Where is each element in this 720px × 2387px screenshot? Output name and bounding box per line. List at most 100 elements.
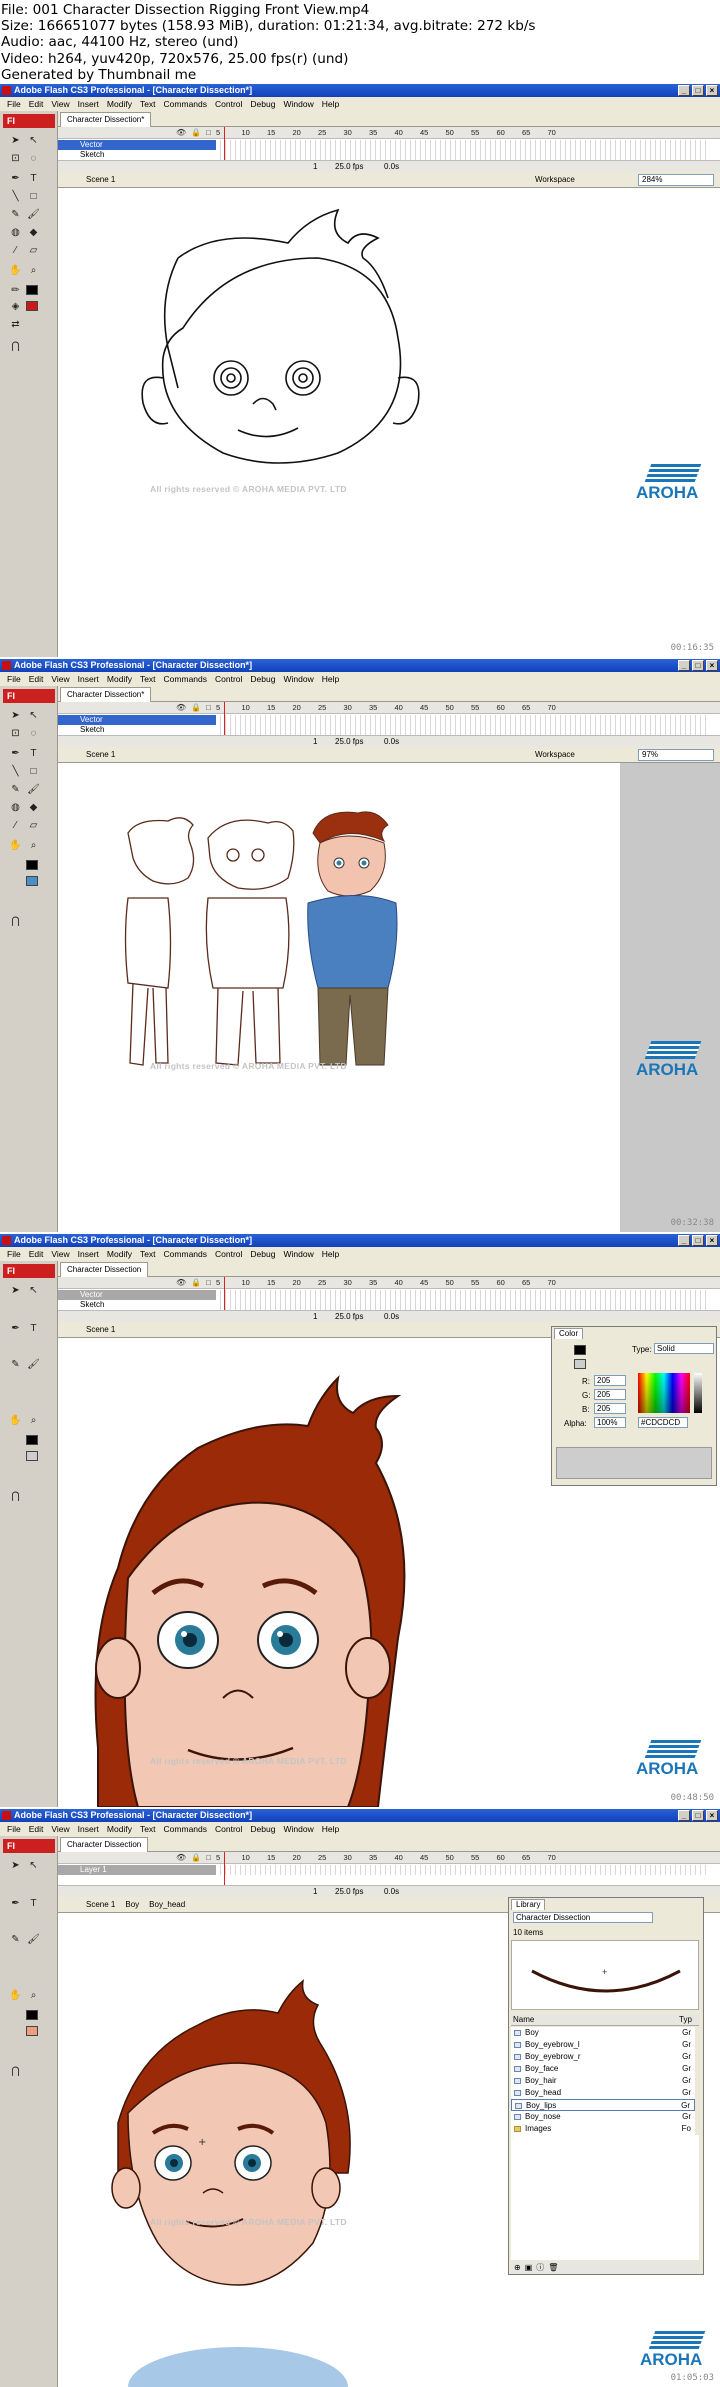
- menu-view[interactable]: View: [47, 672, 73, 686]
- list-item[interactable]: Boy_hair Gr: [511, 2075, 695, 2087]
- layer-1[interactable]: Layer 1: [58, 1865, 216, 1875]
- rectangle-tool-icon[interactable]: □: [26, 189, 41, 204]
- zoom-field[interactable]: 97%: [638, 749, 714, 761]
- ink-bottle-icon[interactable]: ◍: [8, 800, 23, 815]
- menu-insert[interactable]: Insert: [74, 672, 103, 686]
- layer-frames[interactable]: [216, 715, 706, 725]
- layer-vector[interactable]: Vector: [58, 140, 216, 150]
- fill-swatch[interactable]: [574, 1359, 586, 1369]
- menu-commands[interactable]: Commands: [160, 1247, 211, 1261]
- menu-modify[interactable]: Modify: [103, 1247, 136, 1261]
- menu-file[interactable]: File: [3, 1247, 25, 1261]
- subselection-tool-icon[interactable]: ↖: [26, 708, 41, 723]
- menu-control[interactable]: Control: [211, 1822, 246, 1836]
- swap-colors-icon[interactable]: ⇄: [8, 317, 23, 332]
- menu-debug[interactable]: Debug: [246, 1822, 279, 1836]
- selection-tool-icon[interactable]: ➤: [8, 1858, 23, 1873]
- minimize-button[interactable]: _: [678, 1810, 690, 1821]
- list-item[interactable]: Boy_head Gr: [511, 2087, 695, 2099]
- maximize-button[interactable]: □: [692, 85, 704, 96]
- hand-tool-icon[interactable]: ✋: [8, 1988, 23, 2003]
- menu-debug[interactable]: Debug: [246, 97, 279, 111]
- green-field[interactable]: 205: [594, 1389, 626, 1400]
- layer-frames[interactable]: [216, 1865, 706, 1875]
- document-tab[interactable]: Character Dissection: [60, 1837, 149, 1852]
- hand-tool-icon[interactable]: ✋: [8, 838, 23, 853]
- list-item[interactable]: Boy Gr: [511, 2027, 695, 2039]
- fill-color-icon[interactable]: ◈: [8, 299, 23, 314]
- menu-commands[interactable]: Commands: [160, 672, 211, 686]
- layer-sketch[interactable]: Sketch: [58, 150, 216, 160]
- menu-window[interactable]: Window: [279, 1822, 317, 1836]
- snap-magnet-icon[interactable]: ⋂: [8, 339, 23, 354]
- stroke-swatch[interactable]: [26, 285, 38, 295]
- list-item[interactable]: Boy_face Gr: [511, 2063, 695, 2075]
- zoom-tool-icon[interactable]: ⌕: [26, 1413, 41, 1428]
- pencil-tool-icon[interactable]: ✎: [8, 1932, 23, 1947]
- minimize-button[interactable]: _: [678, 1235, 690, 1246]
- column-type[interactable]: Typ: [679, 2015, 692, 2024]
- menu-file[interactable]: File: [3, 672, 25, 686]
- menu-insert[interactable]: Insert: [74, 97, 103, 111]
- blue-field[interactable]: 205: [594, 1403, 626, 1414]
- menu-text[interactable]: Text: [136, 1822, 160, 1836]
- brightness-slider[interactable]: [694, 1373, 702, 1413]
- close-button[interactable]: ×: [706, 1235, 718, 1246]
- library-document-select[interactable]: Character Dissection: [513, 1912, 653, 1923]
- pencil-tool-icon[interactable]: ✎: [8, 1357, 23, 1372]
- brush-tool-icon[interactable]: 🖌: [26, 207, 41, 222]
- layer-vector[interactable]: Vector: [58, 715, 216, 725]
- line-tool-icon[interactable]: ╲: [8, 764, 23, 779]
- menu-control[interactable]: Control: [211, 97, 246, 111]
- line-tool-icon[interactable]: ╲: [8, 189, 23, 204]
- menu-edit[interactable]: Edit: [25, 1822, 48, 1836]
- pen-tool-icon[interactable]: ✒: [8, 171, 23, 186]
- snap-magnet-icon[interactable]: ⋂: [8, 2064, 23, 2079]
- selection-tool-icon[interactable]: ➤: [8, 1283, 23, 1298]
- menu-view[interactable]: View: [47, 1822, 73, 1836]
- eyedropper-icon[interactable]: ⁄: [8, 243, 23, 258]
- layer-sketch[interactable]: Sketch: [58, 725, 216, 735]
- menu-help[interactable]: Help: [318, 672, 343, 686]
- pencil-tool-icon[interactable]: ✎: [8, 207, 23, 222]
- menu-insert[interactable]: Insert: [74, 1822, 103, 1836]
- zoom-field[interactable]: 284%: [638, 174, 714, 186]
- pencil-tool-icon[interactable]: ✎: [8, 782, 23, 797]
- zoom-tool-icon[interactable]: ⌕: [26, 1988, 41, 2003]
- paint-bucket-icon[interactable]: ◆: [26, 800, 41, 815]
- hex-field[interactable]: #CDCDCD: [638, 1417, 688, 1428]
- menu-edit[interactable]: Edit: [25, 1247, 48, 1261]
- menu-file[interactable]: File: [3, 97, 25, 111]
- document-tab[interactable]: Character Dissection*: [60, 687, 152, 702]
- menu-control[interactable]: Control: [211, 672, 246, 686]
- lasso-tool-icon[interactable]: ◌: [26, 151, 41, 166]
- breadcrumb-boy-head[interactable]: Boy_head: [149, 1897, 185, 1913]
- red-field[interactable]: 205: [594, 1375, 626, 1386]
- paint-bucket-icon[interactable]: ◆: [26, 225, 41, 240]
- subselection-tool-icon[interactable]: ↖: [26, 1283, 41, 1298]
- column-name[interactable]: Name: [513, 2015, 534, 2024]
- list-item[interactable]: Boy_nose Gr: [511, 2111, 695, 2123]
- menu-window[interactable]: Window: [279, 672, 317, 686]
- breadcrumb-scene[interactable]: Scene 1: [86, 1322, 115, 1338]
- list-item[interactable]: Boy_eyebrow_l Gr: [511, 2039, 695, 2051]
- menu-debug[interactable]: Debug: [246, 672, 279, 686]
- layer-frames[interactable]: [216, 140, 706, 150]
- brush-tool-icon[interactable]: 🖌: [26, 1357, 41, 1372]
- stroke-swatch[interactable]: [26, 2010, 38, 2020]
- layer-frames[interactable]: [216, 150, 706, 160]
- lasso-tool-icon[interactable]: ◌: [26, 726, 41, 741]
- close-button[interactable]: ×: [706, 1810, 718, 1821]
- maximize-button[interactable]: □: [692, 1810, 704, 1821]
- menu-view[interactable]: View: [47, 1247, 73, 1261]
- snap-magnet-icon[interactable]: ⋂: [8, 1489, 23, 1504]
- eyedropper-icon[interactable]: ⁄: [8, 818, 23, 833]
- minimize-button[interactable]: _: [678, 660, 690, 671]
- maximize-button[interactable]: □: [692, 1235, 704, 1246]
- menu-modify[interactable]: Modify: [103, 97, 136, 111]
- list-item[interactable]: Boy_eyebrow_r Gr: [511, 2051, 695, 2063]
- library-panel-tab[interactable]: Library: [511, 1899, 546, 1910]
- layer-sketch[interactable]: Sketch: [58, 1300, 216, 1310]
- breadcrumb-scene[interactable]: Scene 1: [86, 1897, 115, 1913]
- text-tool-icon[interactable]: T: [26, 1896, 41, 1911]
